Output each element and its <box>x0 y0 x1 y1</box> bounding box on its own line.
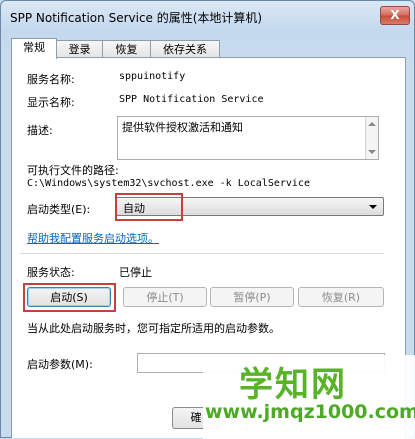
startup-type-highlight <box>115 193 183 221</box>
pause-button[interactable]: 暂停(P) <box>210 287 294 307</box>
description-scrollbar[interactable] <box>365 117 378 159</box>
service-name-label: 服务名称: <box>27 73 75 86</box>
resume-button[interactable]: 恢复(R) <box>298 287 384 307</box>
scroll-up-icon[interactable] <box>368 122 376 126</box>
description-label: 描述: <box>27 124 53 137</box>
close-button[interactable]: X <box>380 6 410 25</box>
tab-general[interactable]: 常规 <box>11 38 57 59</box>
description-box[interactable]: 提供软件授权激活和通知 <box>117 116 379 160</box>
path-label: 可执行文件的路径: <box>27 164 119 177</box>
section-divider <box>20 253 384 254</box>
start-button-highlight <box>23 283 116 312</box>
display-name-value: SPP Notification Service <box>119 94 264 105</box>
watermark-url: www.jmqz1000.com <box>205 401 415 423</box>
properties-dialog: SPP Notification Service 的属性(本地计算机) X 常规… <box>0 0 415 439</box>
path-value: C:\Windows\system32\svchost.exe -k Local… <box>27 178 310 189</box>
tab-recovery[interactable]: 恢复 <box>102 40 151 58</box>
startup-params-label: 启动参数(M): <box>27 358 93 371</box>
service-status-label: 服务状态: <box>27 266 75 279</box>
startup-params-hint: 当从此处启动服务时，您可指定所适用的启动参数。 <box>27 322 280 335</box>
startup-type-label: 启动类型(E): <box>27 203 91 216</box>
service-status-value: 已停止 <box>119 266 152 279</box>
dialog-title: SPP Notification Service 的属性(本地计算机) <box>10 11 263 25</box>
close-icon: X <box>390 8 400 22</box>
chevron-down-icon <box>369 205 377 209</box>
service-name-value: sppuinotify <box>119 71 186 82</box>
help-configure-link[interactable]: 帮助我配置服务启动选项。 <box>27 230 159 246</box>
tab-logon[interactable]: 登录 <box>56 40 103 58</box>
watermark-brand: 学知网 <box>239 365 347 405</box>
display-name-label: 显示名称: <box>27 96 75 109</box>
tab-dependencies[interactable]: 依存关系 <box>150 40 220 58</box>
scroll-down-icon[interactable] <box>368 150 376 154</box>
stop-button[interactable]: 停止(T) <box>123 287 207 307</box>
description-text: 提供软件授权激活和通知 <box>122 121 243 134</box>
watermark: 学知网 www.jmqz1000.com <box>203 355 415 439</box>
